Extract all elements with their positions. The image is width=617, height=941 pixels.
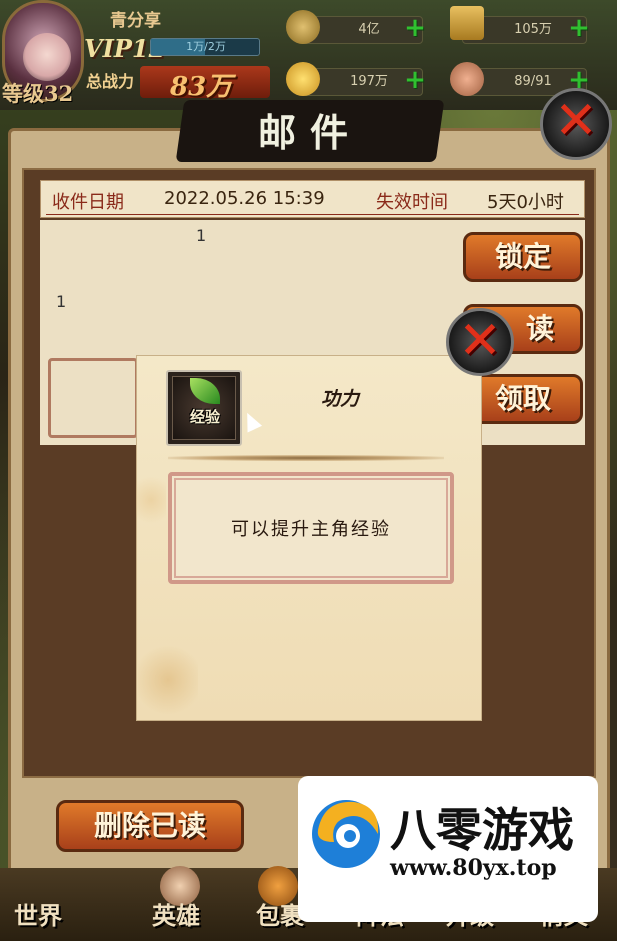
received-date-label: 收件日期 [52,192,124,213]
gold-ingot-icon [286,62,320,96]
resource-scroll-value: 105万 [514,22,552,37]
lock-button[interactable]: 锁定 [463,232,583,282]
mail-title: 邮件 [257,110,362,155]
item-tag: 经验 [189,408,220,426]
add-copper-button[interactable]: + [404,15,426,41]
reward-slot[interactable] [48,358,138,438]
player-name: 青分享 [110,11,161,31]
vip-progress-bar: 1万/2万 [150,38,260,56]
avatar-face [23,33,71,81]
power-value: 83万 [170,72,233,102]
vip-progress-text: 1万/2万 [186,40,226,53]
expire-time-value: 5天0小时 [487,192,564,213]
nav-world[interactable]: 世界 [14,896,62,931]
muscle-arm-icon [450,62,484,96]
add-scroll-button[interactable]: + [568,15,590,41]
nav-bag[interactable]: 包裹 [256,896,304,931]
close-mail-button[interactable]: ✕ [540,88,612,160]
popup-divider [168,455,444,461]
flower-decoration [136,470,166,530]
flower-decoration [138,640,198,720]
resource-gold-value: 197万 [350,74,388,89]
mail-body-line: 1 [56,292,67,311]
received-date-value: 2022.05.26 15:39 [164,188,325,209]
copper-coin-icon [286,10,320,44]
mail-body-line: 1 [196,226,207,245]
player-level: 等级32 [2,81,74,106]
watermark-logo-icon [312,800,380,868]
close-popup-button[interactable]: ✕ [446,308,514,376]
read-button-label: 读 [525,312,554,345]
info-row-underline [46,214,579,215]
delete-read-button[interactable]: 删除已读 [56,800,244,852]
close-icon: ✕ [554,91,598,151]
watermark-url: www.80yx.top [390,855,557,881]
add-gold-button[interactable]: + [404,67,426,93]
expire-time-label: 失效时间 [376,192,448,213]
resource-copper-value: 4亿 [358,22,380,37]
nav-heroes[interactable]: 英雄 [152,896,200,931]
watermark-name: 八零游戏 [390,803,574,857]
power-label: 总战力 [86,72,135,91]
popup-title: 功力 [320,388,359,410]
close-icon: ✕ [458,311,502,371]
item-description: 可以提升主角经验 [231,519,391,540]
scroll-icon [450,6,484,40]
